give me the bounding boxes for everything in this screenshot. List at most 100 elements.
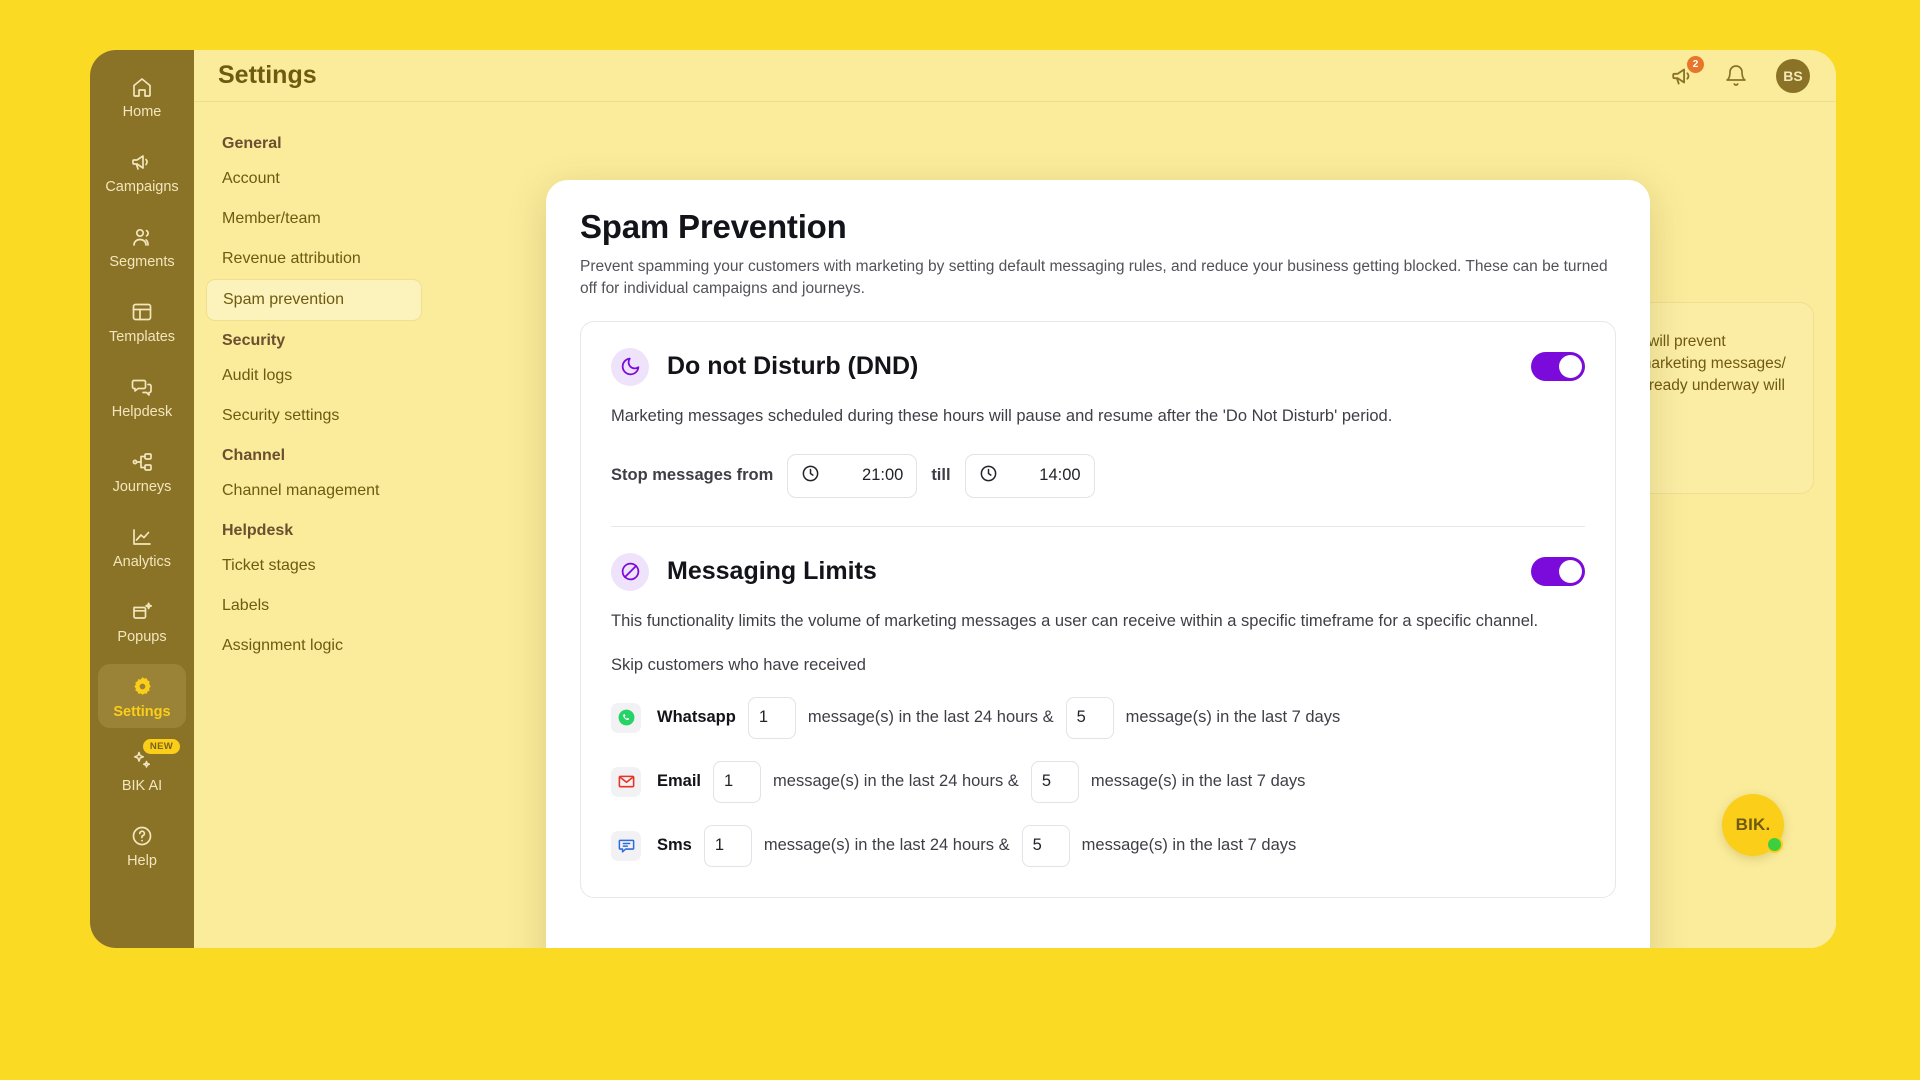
- limits-description: This functionality limits the volume of …: [611, 611, 1539, 630]
- submenu-item-labels[interactable]: Labels: [206, 586, 422, 626]
- limits-toggle-knob: [1559, 560, 1582, 584]
- rail-item-label: Analytics: [112, 553, 172, 570]
- rail-item-templates[interactable]: Templates: [98, 289, 186, 354]
- avatar[interactable]: BS: [1776, 58, 1810, 93]
- top-bar: Settings 2 BS: [194, 50, 1836, 102]
- stop-messages-label: Stop messages from: [611, 466, 774, 485]
- rail-item-label: Home: [122, 104, 162, 120]
- skip-customers-label: Skip customers who have received: [611, 655, 866, 674]
- dnd-title: Do not Disturb (DND): [667, 352, 919, 381]
- chat-bubble-button[interactable]: BIK.: [1722, 794, 1784, 856]
- section-divider: [611, 525, 1585, 527]
- popup-icon: [98, 599, 186, 625]
- submenu-item-member-team[interactable]: Member/team: [206, 199, 422, 239]
- channel-row: Sms 1 message(s) in the last 24 hours & 5 me…: [611, 824, 1585, 867]
- submenu-item-account[interactable]: Account: [206, 159, 422, 199]
- weekly-window-label: message(s) in the last 7 days: [1090, 772, 1306, 791]
- dnd-till-time-value: 14:00: [1039, 466, 1081, 485]
- till-label: till: [931, 466, 951, 485]
- rail-item-label: Settings: [113, 703, 171, 720]
- layout-icon: [98, 299, 186, 325]
- rail-item-label: Segments: [109, 253, 175, 270]
- dnd-description: Marketing messages scheduled during thes…: [611, 406, 1393, 425]
- chart-icon: [98, 524, 186, 550]
- channel-weekly-limit-input[interactable]: 5: [1021, 824, 1070, 867]
- channel-limit-rows: Whatsapp 1 message(s) in the last 24 hours…: [611, 696, 1585, 867]
- rail-item-bik-ai[interactable]: NEW BIK AI: [98, 738, 186, 803]
- rail-item-help[interactable]: Help: [98, 813, 186, 878]
- weekly-window-label: message(s) in the last 7 days: [1081, 836, 1297, 855]
- channel-row: Whatsapp 1 message(s) in the last 24 hours…: [611, 696, 1585, 739]
- submenu-item-channel-management[interactable]: Channel management: [206, 471, 422, 511]
- app-window: Home Campaigns Segments Templates Helpdesk Jo…: [90, 50, 1836, 948]
- announcements-button[interactable]: 2: [1670, 55, 1704, 89]
- submenu-item-security: Security: [222, 332, 286, 349]
- rail-item-popups[interactable]: Popups: [98, 589, 186, 654]
- submenu-item-assignment-logic[interactable]: Assignment logic: [206, 626, 422, 666]
- rail-item-campaigns[interactable]: Campaigns: [98, 139, 186, 204]
- question-icon: [98, 823, 186, 849]
- chat-icon: [98, 374, 186, 400]
- limits-title: Messaging Limits: [667, 557, 877, 586]
- rail-item-label: Help: [127, 853, 157, 870]
- email-icon: [611, 766, 641, 797]
- dnd-till-time-input[interactable]: 14:00: [964, 453, 1095, 498]
- channel-daily-limit-input[interactable]: 1: [747, 696, 796, 739]
- spam-prevention-modal: Spam Prevention Prevent spamming your cu…: [546, 180, 1650, 948]
- users-icon: [98, 224, 186, 250]
- sms-icon: [611, 830, 641, 861]
- clock-icon: [801, 464, 820, 488]
- submenu-item-spam-prevention[interactable]: Spam prevention: [206, 279, 422, 321]
- rail-item-journeys[interactable]: Journeys: [98, 439, 186, 504]
- megaphone-icon: [98, 149, 186, 175]
- submenu-item-channel: Channel: [222, 447, 286, 464]
- rail-item-segments[interactable]: Segments: [98, 214, 186, 279]
- limits-toggle[interactable]: [1531, 557, 1585, 587]
- daily-window-label: message(s) in the last 24 hours &: [807, 708, 1054, 727]
- rail-item-label: Journeys: [112, 478, 172, 495]
- submenu-item-revenue-attribution[interactable]: Revenue attribution: [206, 239, 422, 279]
- rail-item-label: Campaigns: [105, 178, 179, 195]
- channel-row: Email 1 message(s) in the last 24 hours & 5…: [611, 760, 1585, 803]
- primary-navigation-rail: Home Campaigns Segments Templates Helpdesk Jo…: [90, 50, 194, 948]
- submenu-item-ticket-stages[interactable]: Ticket stages: [206, 546, 422, 586]
- daily-window-label: message(s) in the last 24 hours &: [773, 772, 1019, 791]
- submenu-item-security-settings[interactable]: Security settings: [206, 396, 422, 436]
- new-badge: NEW: [142, 739, 180, 755]
- dnd-toggle-knob: [1559, 355, 1582, 379]
- announcements-badge: 2: [1687, 55, 1704, 73]
- submenu-item-audit-logs[interactable]: Audit logs: [206, 356, 422, 396]
- top-bar-actions: 2 BS: [1670, 55, 1810, 93]
- weekly-window-label: message(s) in the last 7 days: [1125, 708, 1341, 727]
- home-icon: [98, 74, 186, 100]
- rail-item-home[interactable]: Home: [98, 64, 186, 129]
- rail-item-settings[interactable]: Settings: [98, 663, 186, 729]
- online-status-dot: [1766, 836, 1783, 853]
- rail-item-helpdesk[interactable]: Helpdesk: [98, 364, 186, 429]
- limits-section-header: Messaging Limits: [611, 552, 1585, 591]
- modal-title: Spam Prevention: [580, 208, 847, 245]
- notifications-button[interactable]: [1724, 64, 1748, 88]
- rail-item-label: BIK AI: [121, 778, 163, 795]
- nodes-icon: [98, 449, 186, 475]
- dnd-from-time-input[interactable]: 21:00: [787, 453, 918, 498]
- channel-name: Email: [657, 772, 702, 791]
- rail-item-analytics[interactable]: Analytics: [98, 514, 186, 579]
- chat-bubble-label: BIK.: [1735, 815, 1771, 834]
- dnd-toggle[interactable]: [1531, 352, 1585, 382]
- submenu-item-general: General: [222, 135, 282, 152]
- moon-icon: [611, 347, 649, 386]
- channel-name: Whatsapp: [657, 708, 736, 727]
- rail-item-label: Helpdesk: [111, 403, 173, 420]
- dnd-section-header: Do not Disturb (DND): [611, 347, 1585, 386]
- daily-window-label: message(s) in the last 24 hours &: [763, 836, 1010, 855]
- channel-daily-limit-input[interactable]: 1: [713, 760, 762, 803]
- channel-daily-limit-input[interactable]: 1: [703, 824, 752, 867]
- dnd-time-row: Stop messages from 21:00 till 14:00: [611, 453, 1585, 498]
- modal-description: Prevent spamming your customers with mar…: [580, 258, 1608, 298]
- channel-weekly-limit-input[interactable]: 5: [1030, 760, 1079, 803]
- dnd-from-time-value: 21:00: [862, 466, 904, 485]
- channel-weekly-limit-input[interactable]: 5: [1065, 696, 1114, 739]
- page-title: Settings: [218, 61, 317, 89]
- submenu-item-helpdesk: Helpdesk: [222, 522, 294, 539]
